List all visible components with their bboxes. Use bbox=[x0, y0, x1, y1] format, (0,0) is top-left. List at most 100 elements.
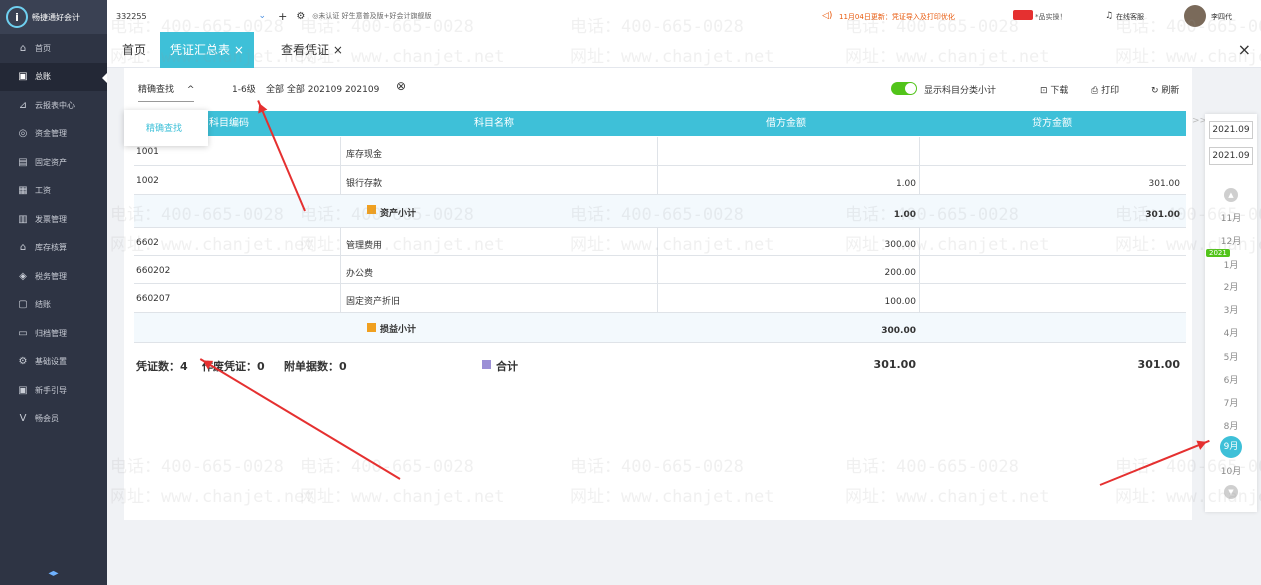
scroll-up-icon[interactable]: ▲ bbox=[1224, 188, 1238, 202]
month-option[interactable]: 6月 bbox=[1205, 373, 1257, 386]
month-option[interactable]: 10月 bbox=[1205, 464, 1257, 477]
tab-view-voucher[interactable]: 查看凭证 × bbox=[281, 32, 343, 68]
download-label: 下载 bbox=[1050, 86, 1069, 96]
sidebar-item[interactable]: ⊿ 云报表中心 bbox=[0, 91, 107, 120]
print-button[interactable]: ⎙ 打印 bbox=[1091, 83, 1119, 96]
close-books-icon: ▢ bbox=[18, 299, 28, 311]
table-row[interactable]: 6602 管理费用 300.00 bbox=[134, 228, 1186, 256]
collapse-sidebar-button[interactable]: ◂▸ bbox=[0, 568, 107, 579]
column-divider bbox=[657, 166, 658, 194]
header-debit: 借方金额 bbox=[766, 118, 806, 129]
update-notice[interactable]: 11月04日更新：凭证导入及打印优化 bbox=[839, 12, 955, 22]
sidebar-item[interactable]: ▭ 归档管理 bbox=[0, 319, 107, 348]
month-label: 6月 bbox=[1223, 376, 1239, 386]
month-label: 12月 bbox=[1220, 237, 1242, 247]
month-label: 4月 bbox=[1223, 329, 1239, 339]
tab-voucher-summary[interactable]: 凭证汇总表 × bbox=[160, 32, 254, 68]
sidebar-item[interactable]: ⌂ 库存核算 bbox=[0, 234, 107, 263]
account-dropdown-icon[interactable]: ⌄ bbox=[259, 11, 267, 21]
subtotal-row[interactable]: 损益小计 300.00 bbox=[134, 313, 1186, 343]
sidebar-item[interactable]: ⚙ 基础设置 bbox=[0, 348, 107, 377]
month-label: 3月 bbox=[1223, 306, 1239, 316]
account-code-cell: 6602 bbox=[136, 238, 159, 248]
month-label: 8月 bbox=[1223, 422, 1239, 432]
refresh-button[interactable]: ↻ 刷新 bbox=[1151, 83, 1179, 96]
sidebar-item[interactable]: ◎ 资金管理 bbox=[0, 120, 107, 149]
popup-precise-search-option[interactable]: 精确查找 bbox=[146, 124, 182, 134]
account-name[interactable]: 332255 bbox=[116, 12, 147, 21]
sidebar-item[interactable]: ▦ 工资 bbox=[0, 177, 107, 206]
sidebar-item-label: 库存核算 bbox=[35, 243, 67, 253]
month-option[interactable]: 8月 bbox=[1205, 419, 1257, 432]
sidebar-item[interactable]: ◈ 税务管理 bbox=[0, 262, 107, 291]
avatar[interactable] bbox=[1184, 5, 1206, 27]
sidebar-item-label: 归档管理 bbox=[35, 328, 67, 338]
table-row[interactable]: 660207 固定资产折旧 100.00 bbox=[134, 284, 1186, 313]
add-icon[interactable]: + bbox=[278, 10, 287, 23]
column-divider bbox=[657, 137, 658, 165]
clear-filter-icon[interactable]: ⊗ bbox=[396, 79, 406, 93]
table-row[interactable]: 660202 办公费 200.00 bbox=[134, 256, 1186, 284]
month-option[interactable]: 4月 bbox=[1205, 326, 1257, 339]
sidebar-item[interactable]: ▣ 总账 bbox=[0, 62, 107, 91]
sidebar-item[interactable]: ▢ 结账 bbox=[0, 291, 107, 320]
column-divider bbox=[340, 137, 341, 165]
condition-filter[interactable]: 全部 全部 202109 202109 bbox=[266, 82, 379, 95]
month-option[interactable]: 7月 bbox=[1205, 396, 1257, 409]
certification-status[interactable]: ◎未认证 好生意普及版+好会计旗舰版 bbox=[312, 11, 431, 21]
promo-link[interactable]: *品实操！ bbox=[1035, 12, 1067, 22]
download-icon: ⊡ bbox=[1040, 86, 1051, 96]
month-option[interactable]: 5月 bbox=[1205, 350, 1257, 363]
sidebar-item[interactable]: V 畅会员 bbox=[0, 405, 107, 434]
column-divider bbox=[919, 256, 920, 283]
subtotal-toggle[interactable] bbox=[891, 82, 917, 95]
headset-icon: ♫ bbox=[1105, 11, 1114, 21]
chevron-up-icon: ^ bbox=[186, 85, 195, 95]
month-option[interactable]: 1月 bbox=[1205, 258, 1257, 271]
account-name-cell: 库存现金 bbox=[346, 150, 383, 160]
precise-search-dropdown[interactable]: 精确查找 ^ bbox=[138, 82, 195, 102]
scroll-down-icon[interactable]: ▼ bbox=[1224, 485, 1238, 499]
month-option[interactable]: 12月 bbox=[1205, 234, 1257, 247]
account-code-cell: 1002 bbox=[136, 176, 159, 186]
close-page-icon[interactable]: × bbox=[1238, 40, 1251, 59]
subtotal-row[interactable]: 资产小计 1.00 301.00 bbox=[134, 195, 1186, 228]
subtotal-icon bbox=[367, 323, 376, 332]
settings-gear-icon[interactable]: ⚙ bbox=[296, 11, 305, 22]
sidebar-item[interactable]: ⌂ 首页 bbox=[0, 34, 107, 63]
account-name-cell: 管理费用 bbox=[346, 241, 383, 251]
subtotal-name: 资产小计 bbox=[380, 208, 417, 219]
chart-icon: ⊿ bbox=[18, 99, 28, 111]
sidebar-item[interactable]: ▣ 新手引导 bbox=[0, 376, 107, 405]
month-option[interactable]: 3月 bbox=[1205, 303, 1257, 316]
credit-cell: 301.00 bbox=[1148, 178, 1181, 189]
app-logo[interactable]: i 畅捷通好会计 bbox=[0, 0, 107, 34]
ledger-icon: ▣ bbox=[18, 71, 28, 83]
month-label: 5月 bbox=[1223, 353, 1239, 363]
account-code-cell: 660207 bbox=[136, 294, 171, 304]
column-divider bbox=[657, 284, 658, 312]
sidebar-item[interactable]: ▤ 固定资产 bbox=[0, 148, 107, 177]
period-end[interactable]: 2021.09 bbox=[1209, 147, 1253, 165]
sidebar-item-label: 税务管理 bbox=[35, 271, 67, 281]
year-badge: 2021 bbox=[1206, 249, 1230, 257]
debit-cell: 300.00 bbox=[881, 326, 916, 336]
subtotal-icon bbox=[367, 205, 376, 214]
voucher-count: 凭证数：4 bbox=[136, 360, 188, 373]
table-row[interactable]: 1001 库存现金 bbox=[134, 137, 1186, 166]
download-button[interactable]: ⊡ 下载 bbox=[1040, 83, 1068, 96]
online-service-link[interactable]: 在线客服 bbox=[1116, 12, 1144, 22]
month-option[interactable]: 11月 bbox=[1205, 211, 1257, 224]
total-icon bbox=[482, 360, 491, 369]
user-name[interactable]: 李四代 bbox=[1211, 12, 1232, 22]
printer-icon: ⎙ bbox=[1091, 86, 1102, 96]
header-account-name: 科目名称 bbox=[474, 118, 514, 129]
tab-home[interactable]: 首页 bbox=[122, 32, 146, 68]
sidebar: i 畅捷通好会计 ⌂ 首页 ▣ 总账 ⊿ 云报表中心 ◎ 资金管理 ▤ 固定资产 ▦ 工资 ▥ 发票管理 ⌂… bbox=[0, 0, 107, 585]
sidebar-item[interactable]: ▥ 发票管理 bbox=[0, 205, 107, 234]
level-filter[interactable]: 1-6级 bbox=[232, 82, 256, 95]
month-option[interactable]: 2月 bbox=[1205, 280, 1257, 293]
period-start[interactable]: 2021.09 bbox=[1209, 121, 1253, 139]
sidebar-item-label: 工资 bbox=[35, 186, 51, 196]
asset-icon: ▤ bbox=[18, 156, 28, 168]
